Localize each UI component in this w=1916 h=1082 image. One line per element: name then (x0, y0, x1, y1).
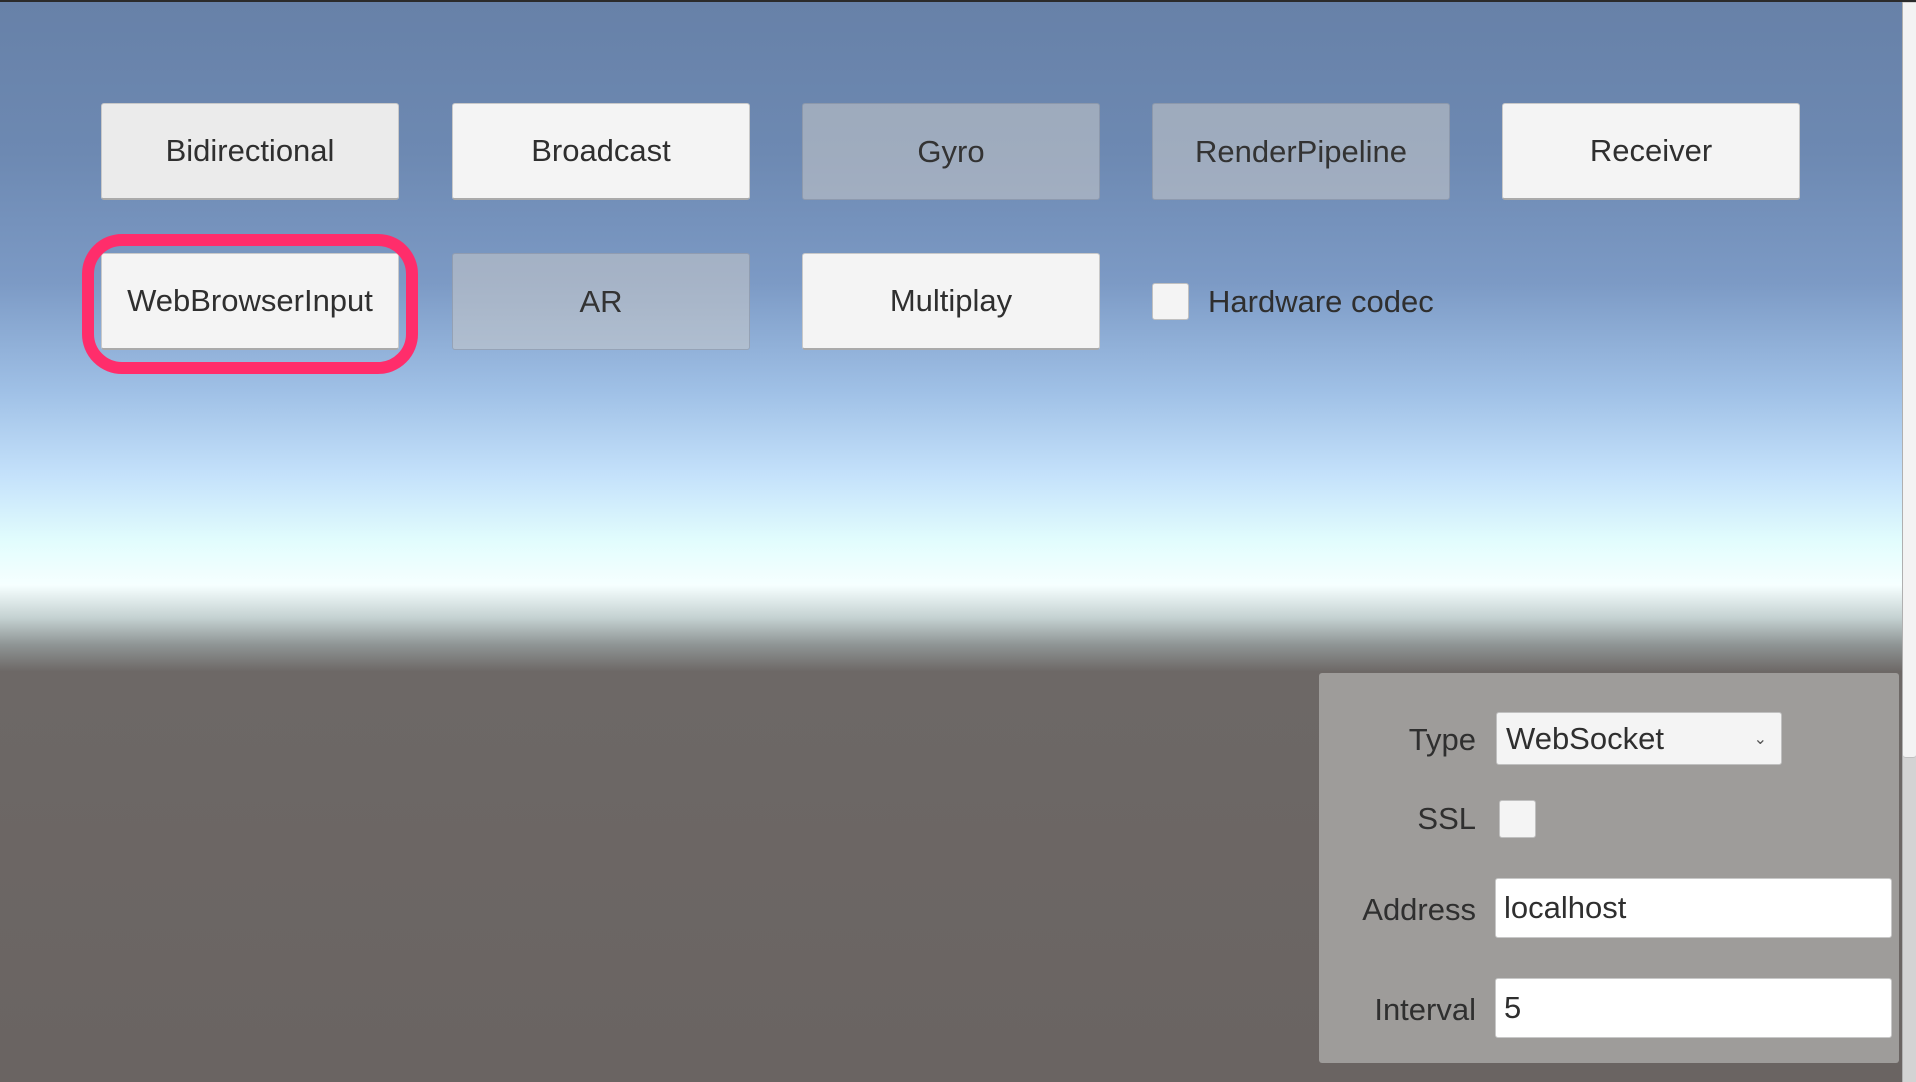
chevron-down-icon: ⌄ (1753, 731, 1767, 748)
type-dropdown-value: WebSocket (1506, 721, 1664, 756)
webbrowserinput-button[interactable]: WebBrowserInput (101, 253, 399, 350)
receiver-button[interactable]: Receiver (1502, 103, 1800, 200)
interval-label: Interval (1374, 992, 1476, 1027)
renderpipeline-button[interactable]: RenderPipeline (1152, 103, 1450, 200)
bidirectional-button[interactable]: Bidirectional (101, 103, 399, 200)
multiplay-button[interactable]: Multiplay (802, 253, 1100, 350)
address-input[interactable] (1495, 878, 1892, 938)
ar-button[interactable]: AR (452, 253, 750, 350)
ssl-label: SSL (1417, 801, 1476, 836)
ssl-checkbox[interactable] (1499, 800, 1536, 838)
hardware-codec-checkbox[interactable] (1152, 283, 1189, 320)
broadcast-button[interactable]: Broadcast (452, 103, 750, 200)
interval-input[interactable] (1495, 978, 1892, 1038)
address-label: Address (1362, 892, 1476, 927)
type-dropdown[interactable]: WebSocket ⌄ (1496, 712, 1782, 765)
scrollbar-thumb[interactable] (1903, 3, 1916, 758)
hardware-codec-label: Hardware codec (1208, 284, 1434, 319)
gyro-button[interactable]: Gyro (802, 103, 1100, 200)
type-label: Type (1408, 722, 1476, 757)
